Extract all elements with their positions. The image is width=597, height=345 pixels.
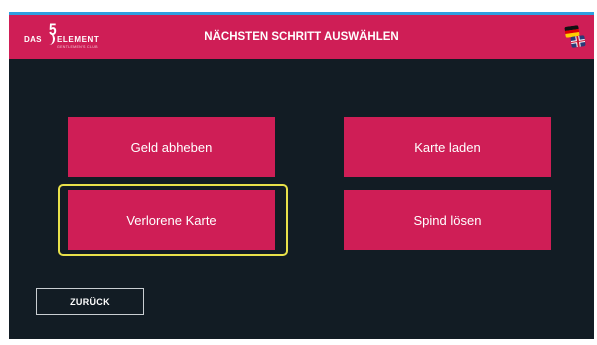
release-locker-button[interactable]: Spind lösen	[344, 190, 551, 250]
flag-gb-icon	[570, 35, 586, 48]
page-title: NÄCHSTEN SCHRITT AUSWÄHLEN	[204, 31, 399, 43]
kiosk-frame: 5 DAS ELEMENT GENTLEMEN'S CLUB NÄCHSTEN …	[0, 0, 597, 345]
header-bar: 5 DAS ELEMENT GENTLEMEN'S CLUB NÄCHSTEN …	[9, 12, 594, 59]
kiosk-screen: 5 DAS ELEMENT GENTLEMEN'S CLUB NÄCHSTEN …	[9, 12, 594, 339]
load-card-button[interactable]: Karte laden	[344, 117, 551, 177]
language-switch-button[interactable]	[564, 23, 586, 49]
back-button[interactable]: ZURÜCK	[36, 288, 144, 315]
withdraw-money-button[interactable]: Geld abheben	[68, 117, 275, 177]
lost-card-button[interactable]: Verlorene Karte	[68, 190, 275, 250]
